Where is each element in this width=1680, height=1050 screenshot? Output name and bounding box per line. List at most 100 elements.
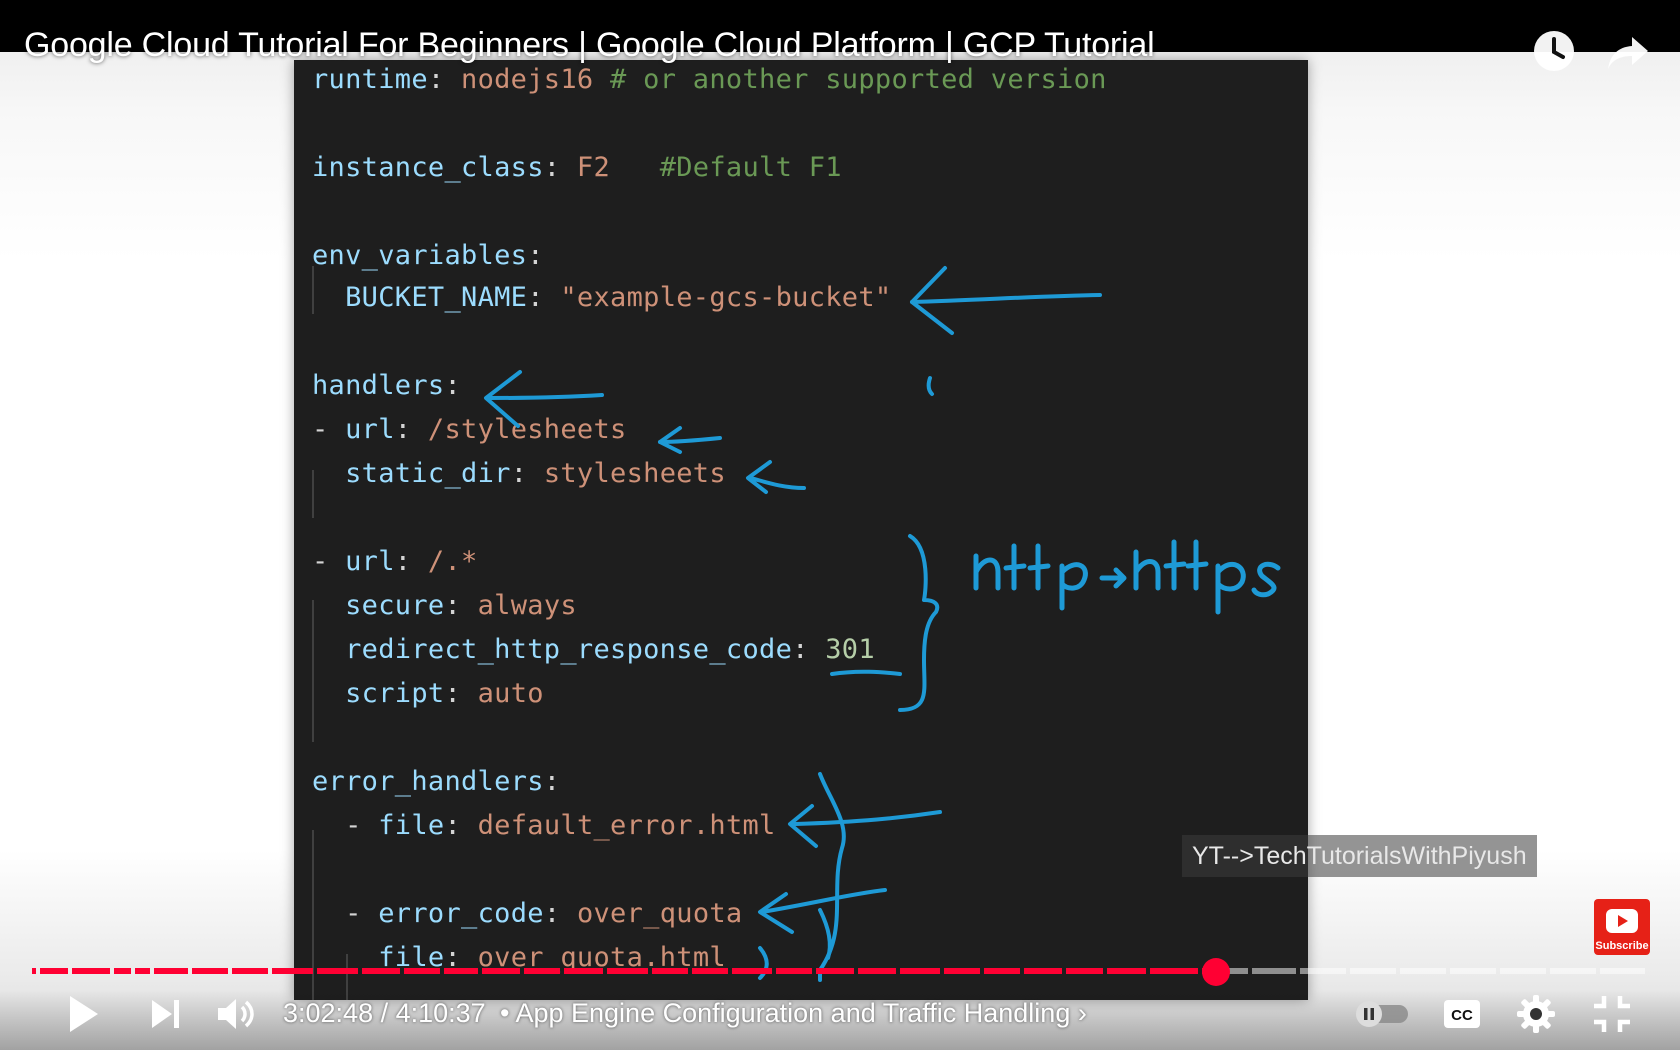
code-key: static_dir bbox=[345, 458, 511, 489]
subscribe-label: Subscribe bbox=[1595, 940, 1649, 952]
code-separator: : bbox=[394, 414, 428, 445]
subscribe-button[interactable]: Subscribe bbox=[1594, 899, 1650, 955]
code-separator: : bbox=[427, 64, 462, 95]
code-separator: : bbox=[543, 152, 577, 183]
progress-segment[interactable] bbox=[1300, 968, 1346, 974]
time-separator: / bbox=[373, 998, 396, 1028]
progress-segment[interactable] bbox=[192, 968, 228, 974]
code-separator: : bbox=[444, 370, 462, 401]
captions-icon[interactable]: CC bbox=[1438, 990, 1486, 1038]
player-controls: 3:02:48 / 4:10:37 • App Engine Configura… bbox=[0, 990, 1680, 1050]
progress-segment[interactable] bbox=[154, 968, 188, 974]
progress-segment[interactable] bbox=[1107, 968, 1146, 974]
code-separator: : bbox=[527, 240, 544, 271]
progress-segment[interactable] bbox=[362, 968, 400, 974]
exit-fullscreen-icon[interactable] bbox=[1588, 990, 1636, 1038]
code-line: secure: always bbox=[312, 590, 577, 621]
progress-segment[interactable] bbox=[72, 968, 110, 974]
code-key: runtime bbox=[312, 64, 428, 95]
play-icon[interactable] bbox=[58, 990, 106, 1038]
code-value: nodejs16 bbox=[461, 64, 594, 95]
next-icon[interactable] bbox=[142, 990, 190, 1038]
progress-segment[interactable] bbox=[404, 968, 440, 974]
code-dash: - bbox=[345, 898, 379, 929]
code-value: default_error.html bbox=[477, 810, 776, 841]
progress-segment[interactable] bbox=[1024, 968, 1062, 974]
progress-segment[interactable] bbox=[114, 968, 131, 974]
code-key: env_variables bbox=[312, 240, 528, 271]
code-key: script bbox=[345, 678, 445, 709]
channel-watermark[interactable]: YT-->TechTutorialsWithPiyush bbox=[1182, 835, 1537, 877]
progress-segment[interactable] bbox=[692, 968, 728, 974]
settings-icon[interactable] bbox=[1512, 990, 1560, 1038]
code-separator: : bbox=[527, 282, 561, 313]
code-line: instance_class: F2 #Default F1 bbox=[312, 152, 842, 183]
code-key: BUCKET_NAME bbox=[345, 282, 528, 313]
progress-segment[interactable] bbox=[32, 968, 36, 974]
progress-segment[interactable] bbox=[482, 968, 520, 974]
code-line: redirect_http_response_code: 301 bbox=[312, 634, 875, 665]
code-key: error_code bbox=[378, 898, 544, 929]
progress-segment[interactable] bbox=[1252, 968, 1296, 974]
progress-segment[interactable] bbox=[607, 968, 648, 974]
progress-segment[interactable] bbox=[272, 968, 313, 974]
code-line: handlers: bbox=[312, 370, 461, 401]
code-comment: # or another supported version bbox=[593, 64, 1107, 95]
code-line: runtime: nodejs16 # or another supported… bbox=[312, 64, 1107, 95]
progress-segment[interactable] bbox=[984, 968, 1020, 974]
code-key: instance_class bbox=[312, 152, 544, 183]
duration: 4:10:37 bbox=[395, 998, 486, 1028]
progress-segment[interactable] bbox=[232, 968, 268, 974]
current-time: 3:02:48 bbox=[283, 998, 374, 1028]
code-value: "example-gcs-bucket" bbox=[560, 282, 892, 313]
progress-segment[interactable] bbox=[524, 968, 560, 974]
progress-segment[interactable] bbox=[1600, 968, 1645, 974]
progress-segment[interactable] bbox=[1550, 968, 1596, 974]
progress-segment[interactable] bbox=[135, 968, 150, 974]
code-separator: : bbox=[543, 766, 561, 797]
code-line: script: auto bbox=[312, 678, 544, 709]
progress-segment[interactable] bbox=[944, 968, 980, 974]
code-value: 301 bbox=[825, 634, 875, 665]
svg-text:CC: CC bbox=[1451, 1007, 1473, 1024]
code-key: error_handlers bbox=[312, 766, 544, 797]
progress-segment[interactable] bbox=[1066, 968, 1103, 974]
progress-scrubber[interactable] bbox=[1202, 958, 1230, 986]
code-line: env_variables: bbox=[312, 240, 544, 271]
code-separator: : bbox=[444, 678, 478, 709]
progress-segment[interactable] bbox=[776, 968, 812, 974]
watch-later-icon[interactable] bbox=[1530, 27, 1578, 75]
code-value: /.* bbox=[427, 546, 478, 577]
code-comment: #Default F1 bbox=[610, 152, 842, 183]
code-key: file bbox=[378, 810, 445, 841]
code-dash: - bbox=[312, 414, 346, 445]
time-display: 3:02:48 / 4:10:37 bbox=[283, 998, 486, 1029]
volume-icon[interactable] bbox=[212, 990, 260, 1038]
video-title[interactable]: Google Cloud Tutorial For Beginners | Go… bbox=[24, 26, 1155, 65]
progress-segment[interactable] bbox=[1450, 968, 1496, 974]
progress-segment[interactable] bbox=[858, 968, 896, 974]
progress-bar[interactable] bbox=[32, 968, 1649, 974]
progress-segment[interactable] bbox=[40, 968, 68, 974]
chapter-title-button[interactable]: • App Engine Configuration and Traffic H… bbox=[500, 998, 1087, 1029]
progress-segment[interactable] bbox=[1400, 968, 1446, 974]
progress-segment[interactable] bbox=[816, 968, 854, 974]
share-icon[interactable] bbox=[1604, 27, 1652, 75]
progress-segment[interactable] bbox=[900, 968, 940, 974]
progress-segment[interactable] bbox=[1500, 968, 1546, 974]
code-dash: - bbox=[345, 810, 379, 841]
progress-segment[interactable] bbox=[1150, 968, 1198, 974]
youtube-logo-icon bbox=[1606, 909, 1638, 933]
code-separator: : bbox=[543, 898, 577, 929]
progress-segment[interactable] bbox=[1350, 968, 1396, 974]
progress-segment[interactable] bbox=[564, 968, 603, 974]
progress-segment[interactable] bbox=[317, 968, 358, 974]
code-line: - url: /.* bbox=[312, 546, 478, 577]
autoplay-toggle-icon[interactable] bbox=[1352, 990, 1414, 1038]
progress-segment[interactable] bbox=[652, 968, 688, 974]
progress-segment[interactable] bbox=[732, 968, 772, 974]
progress-segment[interactable] bbox=[444, 968, 478, 974]
code-value: auto bbox=[477, 678, 544, 709]
